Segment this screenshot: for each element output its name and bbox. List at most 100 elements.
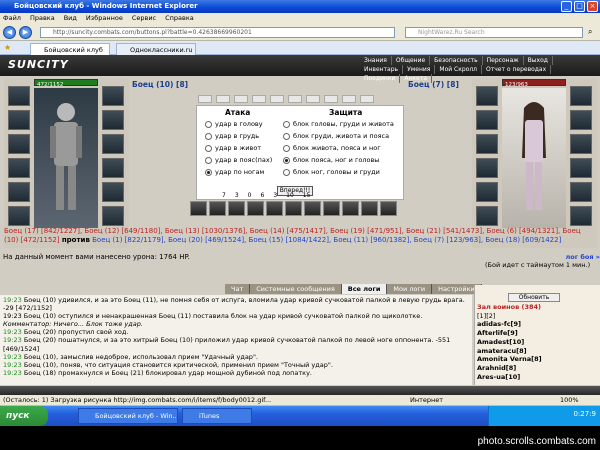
zoom-text[interactable]: 100% <box>560 395 579 406</box>
nav-communication[interactable]: Общение <box>392 56 431 65</box>
player-name[interactable]: Боец (10) [8] <box>132 80 188 89</box>
nav-my-scroll[interactable]: Мой Скролл <box>435 65 483 74</box>
opponent-slot-9[interactable] <box>570 134 592 154</box>
tab-system[interactable]: Системные сообщения <box>250 284 342 294</box>
spell-slot[interactable] <box>360 95 374 103</box>
spell-slot[interactable] <box>270 95 284 103</box>
forward-button[interactable]: ▶ <box>19 26 32 39</box>
search-field[interactable]: NightWarez.Ru Search <box>405 27 583 38</box>
opponent-slot-7[interactable] <box>570 86 592 106</box>
nav-exit[interactable]: Выход <box>524 56 553 65</box>
nav-skills[interactable]: Умения <box>403 65 436 74</box>
battle-log-link[interactable]: лог боя » <box>485 253 600 261</box>
radio-icon[interactable] <box>205 132 212 140</box>
belt-slot[interactable] <box>8 182 30 202</box>
radio-icon[interactable] <box>283 132 290 140</box>
taskbar-itunes[interactable]: iTunes <box>182 408 252 424</box>
skill-icon[interactable] <box>380 201 397 216</box>
block-belly[interactable]: блок живота, пояса и ног <box>283 144 381 152</box>
player-entry[interactable]: adidas-fc[9] <box>477 320 542 329</box>
shield-slot[interactable] <box>102 134 124 154</box>
menu-edit[interactable]: Правка <box>30 13 55 24</box>
spell-slot[interactable] <box>234 95 248 103</box>
menu-tools[interactable]: Сервис <box>132 13 156 24</box>
skill-icon[interactable] <box>323 201 340 216</box>
opponent-slot-2[interactable] <box>476 110 498 130</box>
opponent-name[interactable]: Боец (7) [8] <box>408 80 459 89</box>
radio-icon[interactable] <box>283 120 290 128</box>
right-slot-1[interactable] <box>102 86 124 106</box>
opponent-slot-1[interactable] <box>476 86 498 106</box>
player-entry[interactable]: Ares-ua[10] <box>477 373 542 382</box>
menu-favorites[interactable]: Избранное <box>86 13 123 24</box>
block-legs[interactable]: блок ног, головы и груди <box>283 168 380 176</box>
player-entry[interactable]: Arahnid[8] <box>477 364 542 373</box>
spell-slot[interactable] <box>252 95 266 103</box>
attack-head[interactable]: удар в голову <box>205 120 263 128</box>
skill-icon[interactable] <box>228 201 245 216</box>
tab-my-logs[interactable]: Мои логи <box>387 284 433 294</box>
spell-slot[interactable] <box>342 95 356 103</box>
player-entry[interactable]: Amadest[10] <box>477 338 542 347</box>
skill-icon[interactable] <box>304 201 321 216</box>
nav-transfers[interactable]: Отчет о переводах <box>482 65 552 74</box>
skill-icon[interactable] <box>209 201 226 216</box>
red-team-list[interactable]: Боец (17) [842/1227], Боец (12) [649/118… <box>4 227 596 236</box>
spell-slot[interactable] <box>216 95 230 103</box>
radio-icon[interactable] <box>205 156 212 164</box>
radio-icon[interactable] <box>205 144 212 152</box>
tab-odnoklassniki[interactable]: Одноклассники.ru <box>116 43 196 55</box>
skill-icon[interactable] <box>342 201 359 216</box>
opponent-slot-11[interactable] <box>570 182 592 202</box>
nav-character[interactable]: Персонаж <box>483 56 524 65</box>
menu-view[interactable]: Вид <box>64 13 77 24</box>
skill-icon[interactable] <box>190 201 207 216</box>
player-entry[interactable]: Amonita Verna[8] <box>477 355 542 364</box>
search-icon[interactable]: ⌕ <box>588 27 592 37</box>
opponent-slot-10[interactable] <box>570 158 592 178</box>
tab-chat[interactable]: Чат <box>225 284 251 294</box>
right-slot-2[interactable] <box>102 110 124 130</box>
nav-inventory[interactable]: Инвентарь <box>360 65 404 74</box>
opponent-slot-4[interactable] <box>476 158 498 178</box>
tab-all-logs[interactable]: Все логи <box>341 284 388 294</box>
block-waist[interactable]: блок пояса, ног и головы <box>283 156 379 164</box>
amulet-slot[interactable] <box>8 110 30 130</box>
tab-combats[interactable]: Бойцовский клуб <box>30 43 110 55</box>
skill-icon[interactable] <box>285 201 302 216</box>
attack-legs[interactable]: удар по ногам <box>205 168 264 176</box>
start-button[interactable]: пуск <box>0 406 48 426</box>
right-slot-6[interactable] <box>102 206 124 226</box>
nav-security[interactable]: Безопасность <box>430 56 483 65</box>
taskbar-ie[interactable]: Бойцовский клуб - Win... <box>78 408 178 424</box>
spell-slot[interactable] <box>288 95 302 103</box>
skill-icon[interactable] <box>247 201 264 216</box>
refresh-button[interactable]: Обновить <box>508 293 560 302</box>
maximize-button[interactable]: □ <box>574 1 585 12</box>
attack-groin[interactable]: удар в пояс(пах) <box>205 156 272 164</box>
attack-chest[interactable]: удар в грудь <box>205 132 259 140</box>
menu-help[interactable]: Справка <box>165 13 194 24</box>
spell-slot[interactable] <box>306 95 320 103</box>
back-button[interactable]: ◀ <box>3 26 16 39</box>
close-button[interactable]: × <box>587 1 598 12</box>
opponent-slot-5[interactable] <box>476 182 498 202</box>
right-slot-4[interactable] <box>102 158 124 178</box>
radio-selected-icon[interactable] <box>205 168 212 176</box>
right-slot-5[interactable] <box>102 182 124 202</box>
skill-icon[interactable] <box>266 201 283 216</box>
block-head[interactable]: блок головы, груди и живота <box>283 120 394 128</box>
skill-icon[interactable] <box>361 201 378 216</box>
opponent-slot-8[interactable] <box>570 110 592 130</box>
url-field[interactable]: http://suncity.combats.com/buttons.pl?ba… <box>40 27 395 38</box>
boots-slot[interactable] <box>8 206 30 226</box>
radio-icon[interactable] <box>205 120 212 128</box>
radio-icon[interactable] <box>283 144 290 152</box>
player-entry[interactable]: amateracu[8] <box>477 347 542 356</box>
nav-battles[interactable]: Поединки <box>360 74 401 83</box>
opponent-slot-6[interactable] <box>476 206 498 226</box>
spell-slot[interactable] <box>198 95 212 103</box>
block-chest[interactable]: блок груди, живота и пояса <box>283 132 389 140</box>
armor-slot[interactable] <box>8 158 30 178</box>
radio-icon[interactable] <box>283 168 290 176</box>
